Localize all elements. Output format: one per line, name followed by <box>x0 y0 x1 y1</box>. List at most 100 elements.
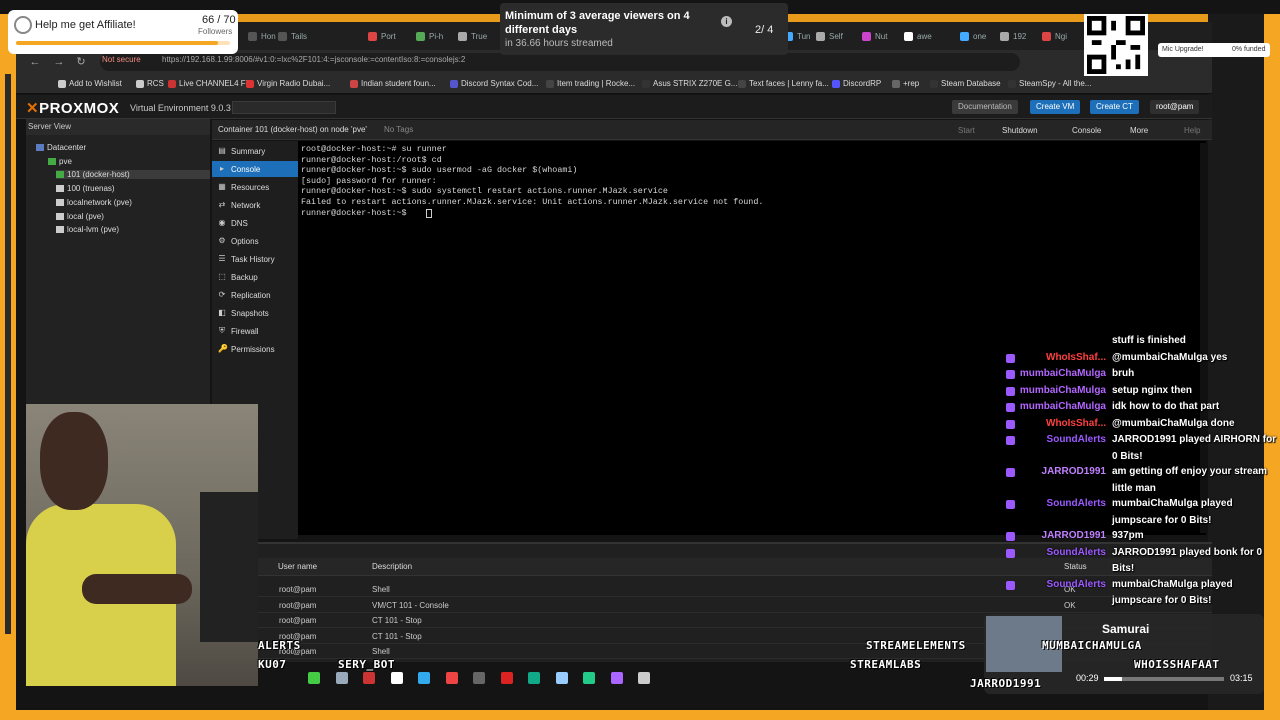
col-description[interactable]: Description <box>372 562 412 571</box>
bookmark-item[interactable]: Live CHANNEL4 FM <box>168 79 252 88</box>
shutdown-button[interactable]: Shutdown <box>998 124 1042 137</box>
app-icon[interactable] <box>583 672 595 684</box>
browser-tab[interactable]: Nut <box>856 26 893 46</box>
menu-item[interactable]: ⟳ Replication <box>212 287 298 303</box>
menu-item[interactable]: ▤ Summary <box>212 143 298 159</box>
browser-tab[interactable]: True <box>452 26 493 46</box>
menu-item[interactable]: ⛨ Firewall <box>212 323 298 339</box>
bookmark-item[interactable]: RCS <box>136 79 164 88</box>
tree-label: localnetwork (pve) <box>67 198 132 207</box>
search-input[interactable] <box>232 101 336 114</box>
bookmark-item[interactable]: DiscordRP <box>832 79 881 88</box>
menu-item[interactable]: ▸ Console <box>212 161 298 177</box>
browser-tab[interactable]: Ngi <box>1036 26 1073 46</box>
not-secure-label[interactable]: Not secure <box>102 55 141 64</box>
bookmark-item[interactable]: Item trading | Rocke... <box>546 79 635 88</box>
menu-item[interactable]: ⇄ Network <box>212 197 298 213</box>
bookmark-item[interactable]: SteamSpy - All the... <box>1008 79 1091 88</box>
tree-item[interactable]: 101 (docker-host) <box>56 170 210 179</box>
col-user-name[interactable]: User name <box>278 562 317 571</box>
menu-item[interactable]: ⚙ Options <box>212 233 298 249</box>
mic-funded-label: 0% funded <box>1232 46 1266 53</box>
tab-label: True <box>471 31 488 41</box>
tree-item[interactable]: local-lvm (pve) <box>56 225 119 234</box>
chat-username[interactable]: SoundAlerts <box>1047 579 1106 590</box>
app-icon[interactable] <box>335 672 348 684</box>
song-progress[interactable] <box>1104 677 1224 681</box>
bookmark-item[interactable]: +rep <box>892 79 919 88</box>
chat-username[interactable]: JARROD1991 <box>1042 466 1106 477</box>
forward-icon[interactable]: → <box>52 55 66 69</box>
browser-tab[interactable]: awe <box>898 26 938 46</box>
goal-count: 2/ 4 <box>755 24 774 36</box>
server-view-selector[interactable]: Server View <box>26 119 210 135</box>
chat-username[interactable]: WhoIsShaf... <box>1046 418 1106 429</box>
browser-tab[interactable]: Pi-h <box>410 26 449 46</box>
tree-item[interactable]: localnetwork (pve) <box>56 198 132 207</box>
col-status[interactable]: Status <box>1064 562 1087 571</box>
url-text[interactable]: https://192.168.1.99:8006/#v1:0:=lxc%2F1… <box>162 55 465 64</box>
chat-message: bruh <box>1112 368 1135 379</box>
chat-username[interactable]: JARROD1991 <box>1042 530 1106 541</box>
documentation-button[interactable]: Documentation <box>952 100 1018 114</box>
settings-icon[interactable] <box>638 672 650 684</box>
tree-item[interactable]: local (pve) <box>56 212 104 221</box>
help-button[interactable]: Help <box>1180 124 1204 137</box>
bookmark-icon <box>1008 79 1016 88</box>
app-icon[interactable] <box>528 672 540 684</box>
chat-username[interactable]: mumbaiChaMulga <box>1020 385 1106 396</box>
console-button[interactable]: Console <box>1068 124 1105 137</box>
more-button[interactable]: More <box>1126 124 1152 137</box>
menu-item[interactable]: 🔑 Permissions <box>212 341 298 357</box>
stream-canvas: Hon Tails Port Pi-h True Tun Self Nut awe one 192 N… <box>0 0 1280 720</box>
chat-username[interactable]: mumbaiChaMulga <box>1020 401 1106 412</box>
browser-tab[interactable]: Self <box>810 26 849 46</box>
chat-username[interactable]: SoundAlerts <box>1047 498 1106 509</box>
browser-tab[interactable]: Port <box>362 26 402 46</box>
bookmark-item[interactable]: Asus STRIX Z270E G... <box>642 79 737 88</box>
pdf-icon[interactable] <box>363 672 375 684</box>
chat-username[interactable]: mumbaiChaMulga <box>1020 368 1106 379</box>
browser-tab[interactable]: 192 <box>994 26 1032 46</box>
browser-tab[interactable]: one <box>954 26 992 46</box>
chat-username[interactable]: WhoIsShaf... <box>1046 352 1106 363</box>
browser-tab[interactable]: Tails <box>272 26 313 46</box>
user-menu-button[interactable]: root@pam <box>1150 100 1200 114</box>
menu-item[interactable]: ◧ Snapshots <box>212 305 298 321</box>
bookmark-item[interactable]: Steam Database <box>930 79 1001 88</box>
create-vm-button[interactable]: Create VM <box>1030 100 1081 114</box>
edge-icon[interactable] <box>418 672 430 684</box>
image-icon[interactable] <box>555 672 568 684</box>
bookmark-item[interactable]: Discord Syntax Cod... <box>450 79 538 88</box>
tree-item[interactable]: pve <box>48 157 72 166</box>
task-description: Shell <box>372 647 390 656</box>
menu-item[interactable]: ☰ Task History <box>212 251 298 267</box>
app-icon[interactable] <box>610 672 623 684</box>
no-tags-label[interactable]: No Tags <box>384 125 413 134</box>
tree-item[interactable]: Datacenter <box>36 143 86 152</box>
streamlabs-label: STREAMLABS <box>850 658 922 671</box>
start-button[interactable]: Start <box>954 124 979 137</box>
bookmark-item[interactable]: Add to Wishlist <box>58 79 122 88</box>
reload-icon[interactable]: ↻ <box>74 55 88 69</box>
file-icon[interactable] <box>390 672 403 684</box>
menu-item[interactable]: ▦ Resources <box>212 179 298 195</box>
chat-username[interactable]: SoundAlerts <box>1047 547 1106 558</box>
power-icon[interactable] <box>500 672 513 684</box>
bookmark-item[interactable]: Indian student foun... <box>350 79 436 88</box>
song-elapsed: 00:29 <box>1076 673 1099 683</box>
chat-badge-icon <box>1006 386 1015 396</box>
chrome-icon[interactable] <box>445 672 458 684</box>
bookmark-item[interactable]: Text faces | Lenny fa... <box>738 79 829 88</box>
play-icon[interactable] <box>308 672 320 684</box>
create-ct-button[interactable]: Create CT <box>1090 100 1139 114</box>
terminal-icon[interactable] <box>473 672 485 684</box>
menu-item[interactable]: ⬚ Backup <box>212 269 298 285</box>
menu-item-label: Console <box>231 164 261 174</box>
bookmark-item[interactable]: Virgin Radio Dubai... <box>246 79 330 88</box>
menu-item[interactable]: ◉ DNS <box>212 215 298 231</box>
tree-item[interactable]: 100 (truenas) <box>56 184 115 193</box>
chat-username[interactable]: SoundAlerts <box>1047 434 1106 445</box>
streamer-head <box>40 412 108 510</box>
back-icon[interactable]: ← <box>28 55 42 69</box>
